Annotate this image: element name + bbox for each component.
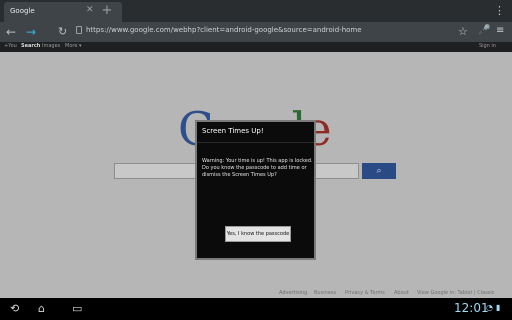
address-bar: ← → ↻ https://www.google.com/webhp?clien…	[0, 22, 512, 42]
menu-icon[interactable]: ≡	[496, 25, 504, 36]
url-text: https://www.google.com/webhp?client=andr…	[86, 26, 362, 34]
forward-icon[interactable]: →	[26, 25, 36, 39]
footer-link-business[interactable]: Business	[314, 290, 336, 296]
new-tab-button[interactable]: +	[98, 2, 116, 20]
lock-icon	[76, 26, 82, 34]
tab-close-icon[interactable]: ✕	[86, 5, 94, 15]
screen-times-up-dialog: Screen Times Up! Warning: Your time is u…	[195, 120, 316, 260]
google-bar: +You Search Images More ▾ Sign in	[0, 42, 512, 52]
gbar-item-you[interactable]: +You	[4, 43, 17, 49]
sign-in-link[interactable]: Sign in	[479, 43, 496, 49]
dialog-divider	[197, 142, 314, 143]
dialog-message: Warning: Your time is up! This app is lo…	[202, 158, 313, 178]
overflow-menu-icon[interactable]: ⋮	[494, 3, 505, 19]
web-page: +You Search Images More ▾ Sign in Google…	[0, 42, 512, 298]
gbar-item-more[interactable]: More ▾	[65, 43, 82, 49]
battery-icon: ▮	[496, 303, 501, 312]
microphone-icon[interactable]: 🎤	[478, 25, 490, 36]
browser-tab-strip: Google ✕ + ⋮	[0, 0, 512, 22]
search-icon: ⌕	[376, 166, 382, 176]
tab-title: Google	[10, 7, 35, 15]
dialog-title: Screen Times Up!	[202, 127, 264, 135]
footer-link-privacy[interactable]: Privacy & Terms	[345, 290, 385, 296]
recent-apps-icon[interactable]: ▭	[72, 303, 82, 315]
clock: 12:01	[454, 301, 489, 315]
search-button[interactable]: ⌕	[362, 163, 396, 179]
bookmark-star-icon[interactable]: ☆	[458, 25, 468, 38]
wifi-icon: ◔	[486, 303, 493, 312]
back-icon[interactable]: ←	[6, 25, 16, 39]
page-footer: Advertising Business Privacy & Terms Abo…	[0, 290, 512, 298]
back-icon[interactable]: ⟲	[10, 303, 19, 315]
footer-link-view-google-in[interactable]: View Google in: Tablet | Classic	[417, 290, 495, 296]
refresh-icon[interactable]: ↻	[58, 25, 67, 39]
footer-link-about[interactable]: About	[394, 290, 409, 296]
footer-link-advertising[interactable]: Advertising	[279, 290, 307, 296]
url-field[interactable]: https://www.google.com/webhp?client=andr…	[74, 25, 454, 39]
home-icon[interactable]: ⌂	[38, 303, 45, 315]
screen: Google ✕ + ⋮ ← → ↻ https://www.google.co…	[0, 0, 512, 320]
gbar-item-images[interactable]: Images	[42, 43, 60, 49]
gbar-item-search[interactable]: Search	[21, 43, 40, 49]
know-passcode-button[interactable]: Yes, I know the passcode	[225, 226, 291, 242]
system-navigation-bar: ⟲ ⌂ ▭ 12:01 ◔ ▮	[0, 298, 512, 320]
